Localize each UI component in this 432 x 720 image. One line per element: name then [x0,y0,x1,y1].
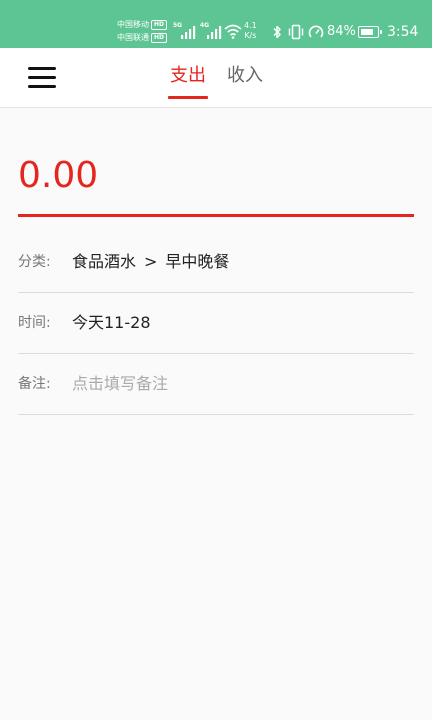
amount-underline [18,214,414,217]
status-bar: 中国移动 HD 中国联通 HD 5G 4G 4.1 K/s 84% 3:54 [0,0,432,48]
note-input[interactable]: 点击填写备注 [72,373,168,395]
time-value: 今天11-28 [72,313,151,332]
menu-button[interactable] [22,60,62,94]
wifi-icon [224,24,242,39]
clock: 3:54 [387,24,419,40]
data-saver-icon [308,25,324,38]
carrier-2-name: 中国联通 [117,33,149,42]
signal-strength-icon-1 [181,26,196,39]
note-label: 备注: [18,376,51,392]
category-primary: 食品酒水 [72,252,137,271]
category-secondary: 早中晚餐 [165,252,230,271]
bluetooth-icon [273,25,281,39]
battery-level-fill [360,28,374,35]
amount-input[interactable]: 0.00 [18,152,98,200]
tab-expense-label: 支出 [170,65,206,86]
menu-icon-bar-middle [28,76,56,79]
category-row[interactable]: 分类: 食品酒水 > 早中晚餐 [18,231,414,293]
tab-selected-indicator [168,96,208,99]
tab-income[interactable]: 收入 [225,64,265,100]
tab-expense[interactable]: 支出 [168,64,208,100]
menu-icon-bar-bottom [28,85,56,88]
hd-badge-2: HD [151,32,168,43]
category-value: 食品酒水 > 早中晚餐 [72,251,229,273]
carrier-info: 中国移动 HD 中国联通 HD [117,18,168,44]
network-speed-value: 4.1 [244,21,257,30]
note-row[interactable]: 备注: 点击填写备注 [18,353,414,415]
signal-strength-icon-2 [207,26,222,39]
battery-icon [358,26,382,38]
menu-icon-bar-top [28,67,56,70]
time-row[interactable]: 时间: 今天11-28 [18,292,414,354]
time-label: 时间: [18,315,51,331]
network-speed-unit: K/s [244,31,257,40]
tab-income-label: 收入 [227,65,263,86]
battery-percent: 84% [327,24,356,39]
carrier-1-name: 中国移动 [117,20,149,29]
category-separator: > [144,252,158,271]
hd-badge-1: HD [151,19,168,30]
network-speed: 4.1 K/s [244,21,257,41]
category-label: 分类: [18,254,51,270]
vibrate-icon [288,24,304,40]
app-bar: 支出 收入 [0,48,432,108]
